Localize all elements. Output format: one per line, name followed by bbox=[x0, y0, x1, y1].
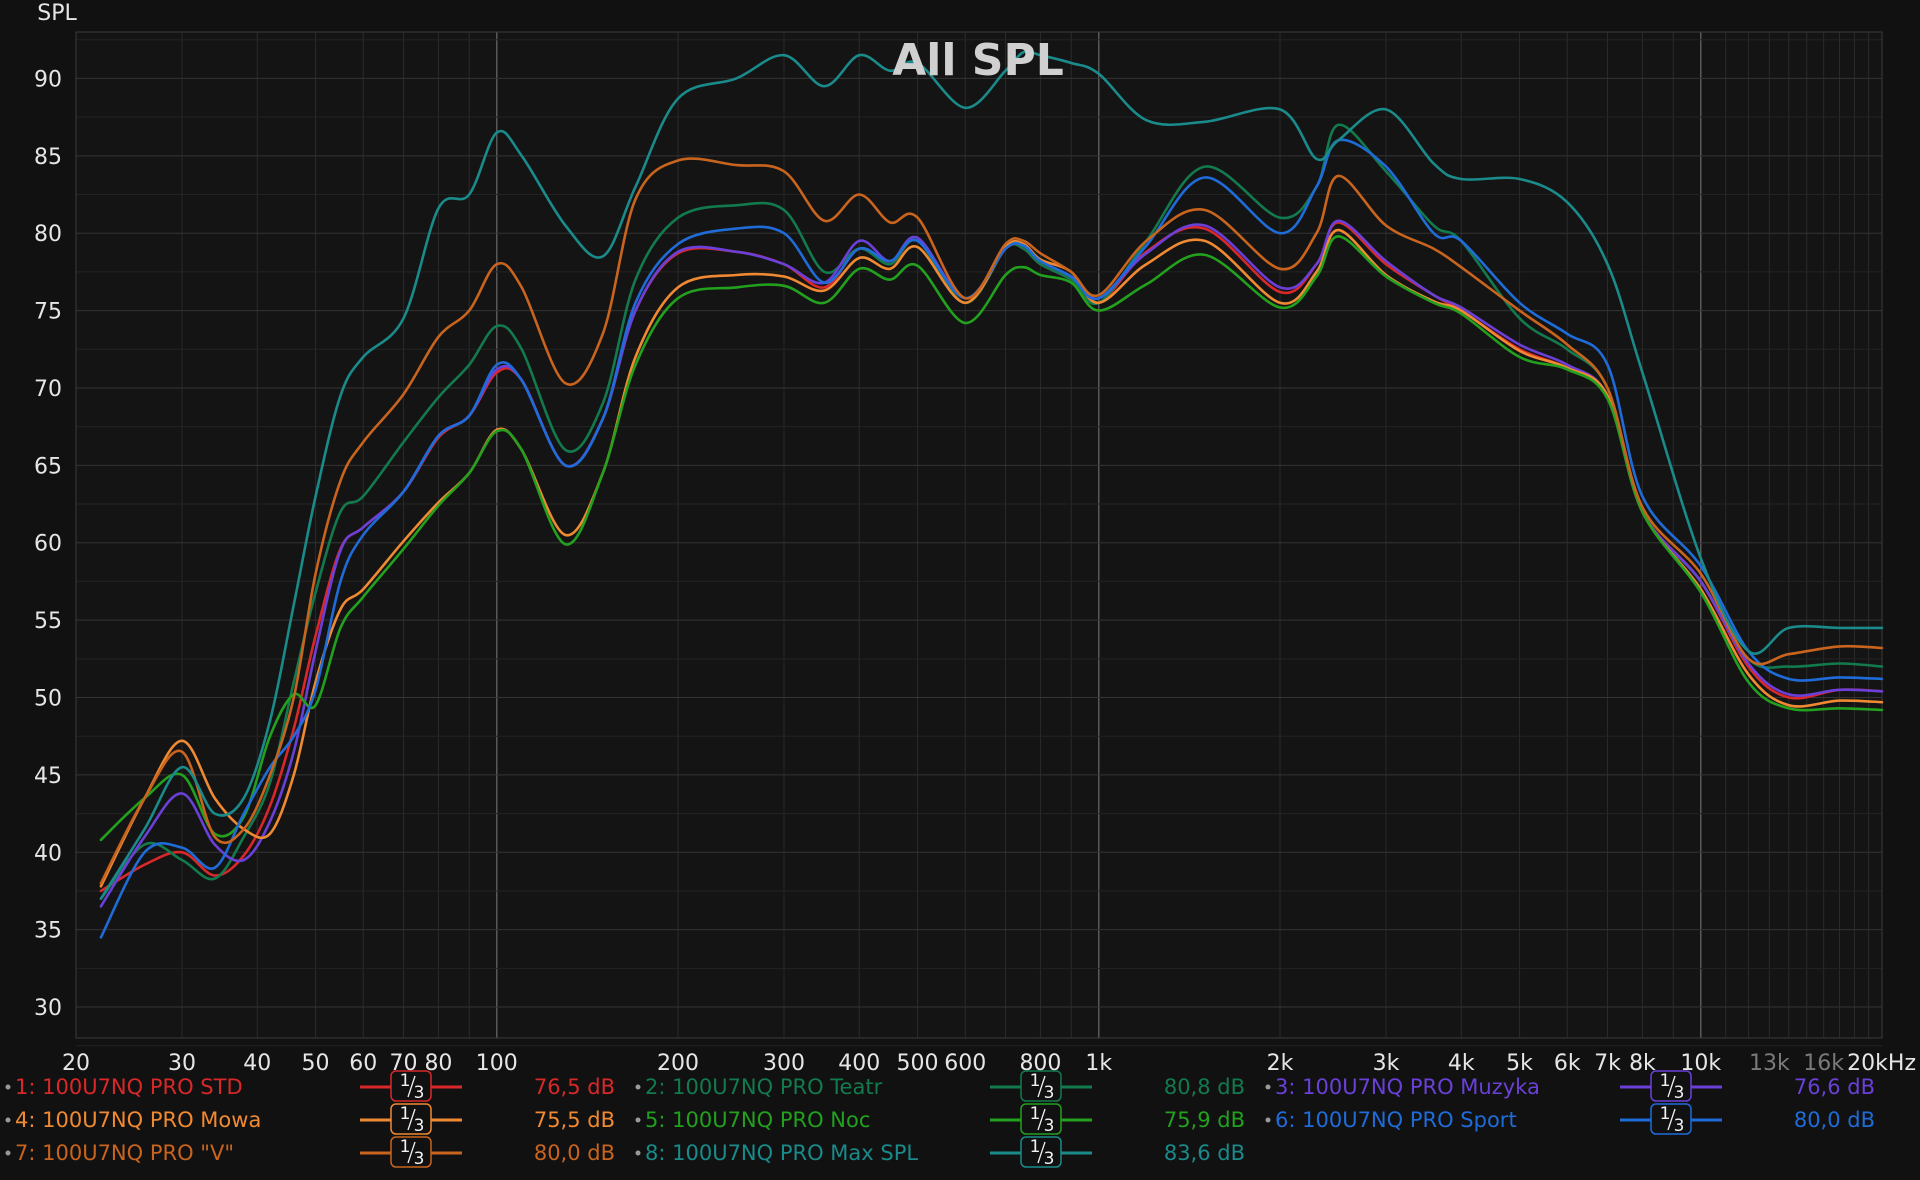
smoothing-numerator: 1 bbox=[400, 1071, 411, 1091]
smoothing-button[interactable]: 13 bbox=[1650, 1103, 1692, 1136]
legend-level-value: 83,6 dB bbox=[1164, 1141, 1245, 1165]
x-tick-label: 400 bbox=[838, 1051, 880, 1076]
y-tick-label: 50 bbox=[34, 687, 62, 712]
legend-level-value: 75,5 dB bbox=[534, 1108, 615, 1132]
x-tick-label: 20 bbox=[62, 1051, 90, 1076]
legend-label: 7: 100U7NQ PRO "V" bbox=[15, 1141, 234, 1165]
x-tick-label: 100 bbox=[476, 1051, 518, 1076]
legend-label: 4: 100U7NQ PRO Mowa bbox=[15, 1108, 261, 1132]
x-tick-label: 50 bbox=[302, 1051, 330, 1076]
x-tick-label: 200 bbox=[657, 1051, 699, 1076]
plot-area[interactable] bbox=[76, 32, 1882, 1038]
x-tick-label: 500 bbox=[897, 1051, 939, 1076]
x-tick-label: 6k bbox=[1554, 1051, 1581, 1076]
x-tick-label: 30 bbox=[168, 1051, 196, 1076]
legend-level-value: 76,5 dB bbox=[534, 1075, 615, 1099]
visibility-dot-icon[interactable] bbox=[5, 1117, 11, 1123]
x-tick-label: 3k bbox=[1373, 1051, 1400, 1076]
x-tick-label: 60 bbox=[349, 1051, 377, 1076]
x-tick-label: 5k bbox=[1506, 1051, 1533, 1076]
y-tick-label: 80 bbox=[34, 222, 62, 247]
x-tick-label: 40 bbox=[243, 1051, 271, 1076]
y-tick-label: 30 bbox=[34, 996, 62, 1021]
x-tick-label: 1k bbox=[1085, 1051, 1112, 1076]
y-tick-label: 90 bbox=[34, 67, 62, 92]
y-tick-label: 75 bbox=[34, 300, 62, 325]
x-tick-label: 600 bbox=[944, 1051, 986, 1076]
x-tick-label: 7k bbox=[1594, 1051, 1621, 1076]
smoothing-button[interactable]: 13 bbox=[1020, 1103, 1062, 1136]
y-tick-label: 65 bbox=[34, 454, 62, 479]
smoothing-numerator: 1 bbox=[1030, 1104, 1041, 1124]
x-tick-label: 300 bbox=[763, 1051, 805, 1076]
smoothing-numerator: 1 bbox=[400, 1104, 411, 1124]
smoothing-denominator: 3 bbox=[414, 1116, 425, 1136]
visibility-dot-icon[interactable] bbox=[1265, 1117, 1271, 1123]
smoothing-numerator: 1 bbox=[1030, 1137, 1041, 1157]
smoothing-button[interactable]: 13 bbox=[390, 1070, 432, 1103]
smoothing-denominator: 3 bbox=[1044, 1116, 1055, 1136]
smoothing-denominator: 3 bbox=[1044, 1149, 1055, 1169]
y-tick-label: 35 bbox=[34, 919, 62, 944]
x-tick-label: 16k bbox=[1803, 1051, 1844, 1076]
legend-label: 2: 100U7NQ PRO Teatr bbox=[645, 1075, 883, 1099]
smoothing-numerator: 1 bbox=[1660, 1071, 1671, 1091]
smoothing-button[interactable]: 13 bbox=[390, 1103, 432, 1136]
legend-level-value: 76,6 dB bbox=[1794, 1075, 1875, 1099]
smoothing-button[interactable]: 13 bbox=[1020, 1136, 1062, 1169]
visibility-dot-icon[interactable] bbox=[5, 1150, 11, 1156]
smoothing-button[interactable]: 13 bbox=[390, 1136, 432, 1169]
legend-label: 3: 100U7NQ PRO Muzyka bbox=[1275, 1075, 1540, 1099]
x-tick-label: 2k bbox=[1267, 1051, 1294, 1076]
visibility-dot-icon[interactable] bbox=[635, 1084, 641, 1090]
spl-chart: 30 35 40 45 50 55 60 65 70 75 80 85 90 20 30 40 50 60 70 8… bbox=[0, 0, 1920, 1176]
smoothing-denominator: 3 bbox=[414, 1149, 425, 1169]
smoothing-denominator: 3 bbox=[414, 1083, 425, 1103]
smoothing-denominator: 3 bbox=[1674, 1083, 1685, 1103]
y-axis-label: SPL bbox=[37, 1, 77, 26]
chart-title: All SPL bbox=[892, 35, 1064, 86]
y-tick-label: 70 bbox=[34, 377, 62, 402]
x-tick-label: 13k bbox=[1749, 1051, 1790, 1076]
smoothing-numerator: 1 bbox=[1030, 1071, 1041, 1091]
legend-level-value: 75,9 dB bbox=[1164, 1108, 1245, 1132]
smoothing-button[interactable]: 13 bbox=[1020, 1070, 1062, 1103]
smoothing-button[interactable]: 13 bbox=[1650, 1070, 1692, 1103]
legend-level-value: 80,0 dB bbox=[534, 1141, 615, 1165]
visibility-dot-icon[interactable] bbox=[635, 1117, 641, 1123]
y-tick-label: 55 bbox=[34, 609, 62, 634]
legend-label: 5: 100U7NQ PRO Noc bbox=[645, 1108, 870, 1132]
y-tick-label: 60 bbox=[34, 532, 62, 557]
legend-label: 1: 100U7NQ PRO STD bbox=[15, 1075, 243, 1099]
legend-level-value: 80,0 dB bbox=[1794, 1108, 1875, 1132]
y-tick-label: 40 bbox=[34, 841, 62, 866]
visibility-dot-icon[interactable] bbox=[5, 1084, 11, 1090]
y-tick-label: 45 bbox=[34, 764, 62, 789]
y-tick-label: 85 bbox=[34, 145, 62, 170]
legend-label: 6: 100U7NQ PRO Sport bbox=[1275, 1108, 1517, 1132]
legend-label: 8: 100U7NQ PRO Max SPL bbox=[645, 1141, 918, 1165]
visibility-dot-icon[interactable] bbox=[1265, 1084, 1271, 1090]
smoothing-numerator: 1 bbox=[1660, 1104, 1671, 1124]
smoothing-numerator: 1 bbox=[400, 1137, 411, 1157]
x-tick-label: 20kHz bbox=[1847, 1051, 1916, 1076]
smoothing-denominator: 3 bbox=[1674, 1116, 1685, 1136]
smoothing-denominator: 3 bbox=[1044, 1083, 1055, 1103]
legend-level-value: 80,8 dB bbox=[1164, 1075, 1245, 1099]
visibility-dot-icon[interactable] bbox=[635, 1150, 641, 1156]
spl-chart-svg: 30354045505560657075808590 20 30 40 50 60 70 8… bbox=[0, 0, 1920, 1176]
x-tick-label: 4k bbox=[1448, 1051, 1475, 1076]
